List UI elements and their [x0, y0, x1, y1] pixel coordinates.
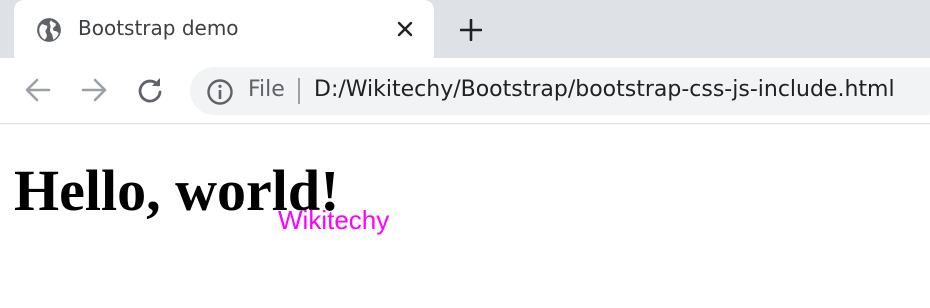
- page-content: Hello, world! Wikitechy: [0, 124, 930, 308]
- reload-button[interactable]: [133, 73, 167, 107]
- toolbar: File D:/Wikitechy/Bootstrap/bootstrap-cs…: [0, 58, 930, 124]
- forward-button[interactable]: [77, 73, 111, 107]
- url-text[interactable]: D:/Wikitechy/Bootstrap/bootstrap-css-js-…: [314, 77, 895, 102]
- tab-strip: Bootstrap demo: [0, 0, 930, 58]
- info-icon[interactable]: [206, 78, 234, 106]
- scheme-label: File: [248, 77, 285, 102]
- browser-window: Bootstrap demo File D:/Wikitechy/Bootstr…: [0, 0, 930, 308]
- address-bar[interactable]: File D:/Wikitechy/Bootstrap/bootstrap-cs…: [190, 67, 930, 115]
- reload-icon: [138, 78, 162, 103]
- back-button[interactable]: [21, 73, 55, 107]
- new-tab-button[interactable]: [455, 14, 487, 46]
- arrow-right-icon: [81, 78, 107, 102]
- tab-bootstrap-demo[interactable]: Bootstrap demo: [14, 0, 434, 58]
- scheme-separator: [298, 78, 300, 104]
- close-icon: [397, 21, 413, 37]
- tab-title: Bootstrap demo: [78, 16, 239, 40]
- tab-close-button[interactable]: [392, 16, 418, 42]
- globe-icon: [37, 18, 61, 42]
- brand-text: Wikitechy: [278, 205, 390, 235]
- arrow-left-icon: [25, 78, 51, 102]
- plus-icon: [460, 19, 482, 41]
